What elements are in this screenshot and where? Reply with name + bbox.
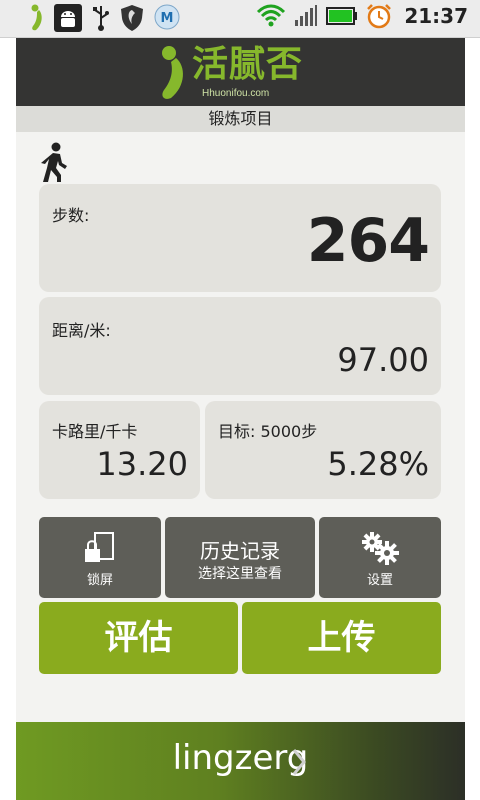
history-title: 历史记录 — [200, 539, 280, 563]
lock-screen-button[interactable]: 锁屏 — [39, 517, 161, 598]
logo-header: 活腻否 Hhuonifou.com — [16, 38, 465, 106]
m-app-icon: M — [154, 4, 180, 30]
logo-subtext: Hhuonifou.com — [202, 88, 270, 99]
evaluate-button[interactable]: 评估 — [39, 602, 238, 674]
goal-value: 5.28% — [327, 445, 429, 483]
settings-button[interactable]: 设置 — [319, 517, 441, 598]
status-bar: M 21:37 — [0, 0, 480, 38]
history-button[interactable]: 历史记录 选择这里查看 — [165, 517, 315, 598]
user-name: lingzerg — [172, 738, 309, 778]
walking-person-icon — [41, 142, 67, 182]
alarm-icon — [367, 4, 392, 29]
upload-button[interactable]: 上传 — [242, 602, 441, 674]
lock-icon — [85, 532, 114, 562]
svg-text:M: M — [161, 11, 174, 26]
goal-card: 目标: 5000步 5.28% — [205, 401, 441, 499]
android-debug-icon — [54, 4, 82, 32]
gear-icon — [362, 532, 399, 565]
signal-icon — [295, 5, 318, 26]
usb-icon — [93, 6, 109, 31]
history-subtitle: 选择这里查看 — [198, 566, 282, 582]
steps-value: 264 — [306, 206, 430, 276]
distance-value: 97.00 — [337, 341, 429, 379]
app-logo: 活腻否 Hhuonifou.com — [158, 44, 303, 102]
battery-icon — [326, 7, 358, 25]
foot-logo-icon — [162, 46, 183, 99]
security-shield-icon — [121, 5, 143, 31]
user-bar[interactable]: lingzerg — [16, 722, 465, 800]
status-time: 21:37 — [404, 4, 468, 28]
settings-label: 设置 — [366, 573, 393, 588]
steps-card: 步数: 264 — [39, 184, 441, 292]
wifi-icon — [257, 4, 286, 27]
logo-text: 活腻否 — [192, 44, 304, 85]
calories-label: 卡路里/千卡 — [52, 422, 138, 441]
lock-screen-label: 锁屏 — [86, 573, 113, 588]
chevron-right-icon — [292, 749, 306, 775]
app-foot-icon — [31, 4, 42, 31]
distance-label: 距离/米: — [52, 321, 111, 340]
calories-card: 卡路里/千卡 13.20 — [39, 401, 200, 499]
goal-label: 目标: 5000步 — [218, 422, 318, 441]
steps-label: 步数: — [52, 206, 90, 225]
distance-card: 距离/米: 97.00 — [39, 297, 441, 395]
section-title: 锻炼项目 — [16, 106, 465, 132]
calories-value: 13.20 — [96, 445, 188, 483]
app-frame: 活腻否 Hhuonifou.com 锻炼项目 步数: 264 距离/米: 97.… — [16, 38, 465, 800]
